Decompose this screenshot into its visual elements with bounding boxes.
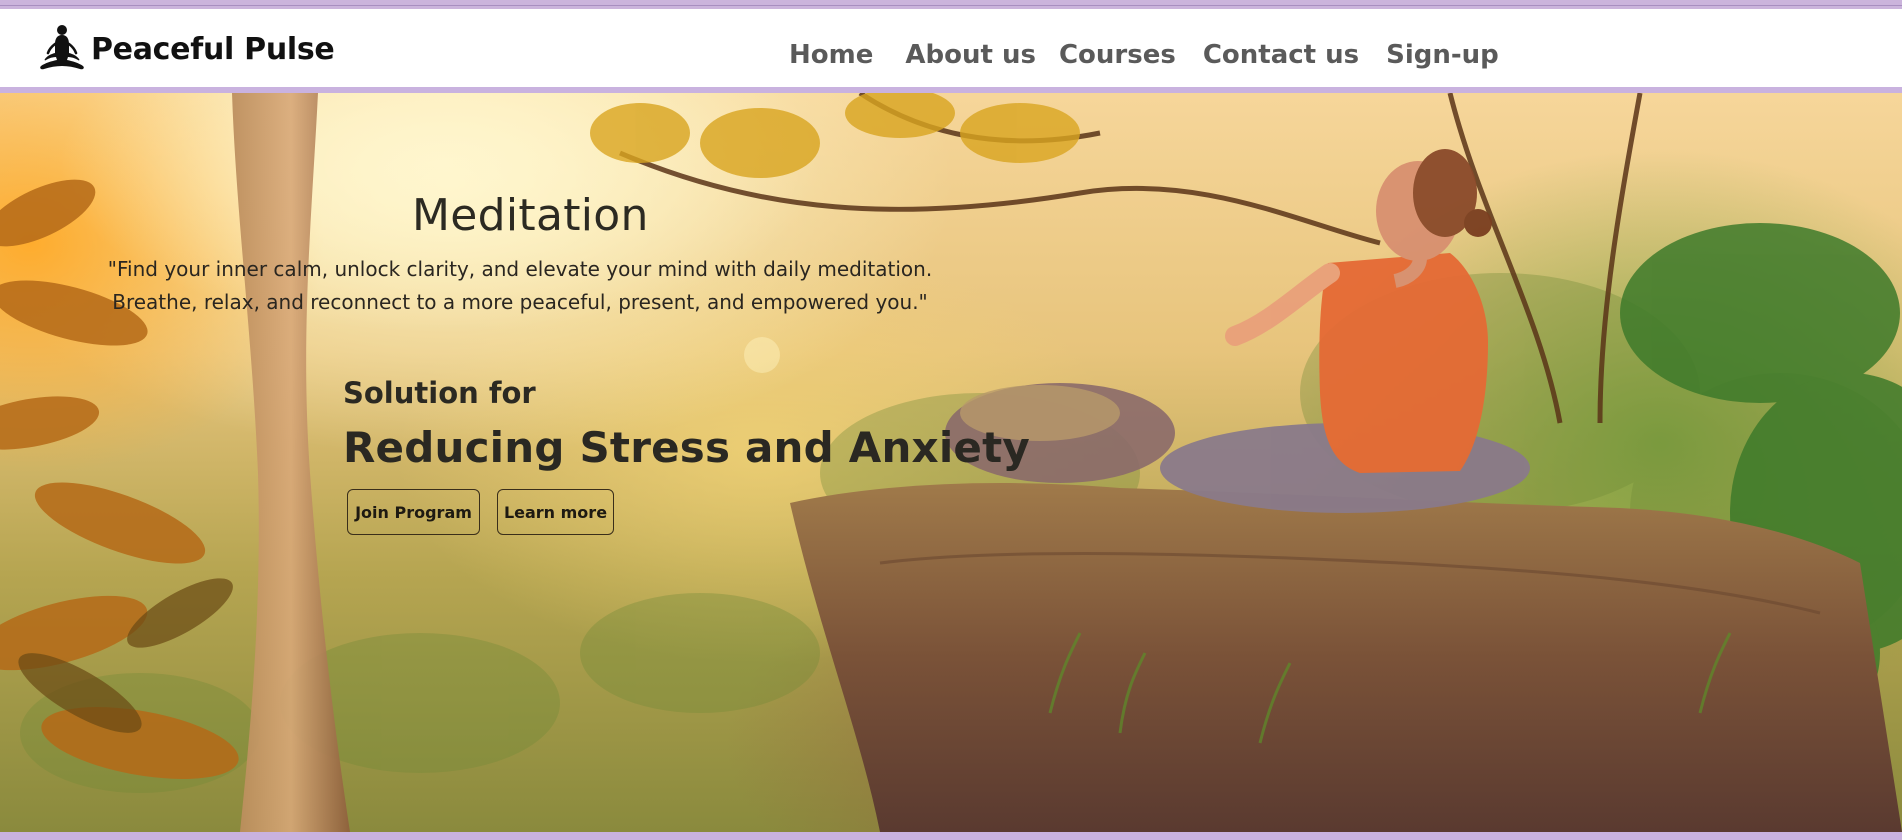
- learn-more-button[interactable]: Learn more: [497, 489, 614, 535]
- nav-courses[interactable]: Courses: [1059, 40, 1176, 70]
- nav-home[interactable]: Home: [789, 40, 873, 70]
- hero-subheading: Solution for: [343, 376, 536, 410]
- navbar: Peaceful Pulse Home About us Courses Con…: [0, 9, 1902, 87]
- hero-title: Meditation: [412, 190, 649, 241]
- hero-quote-line-2: Breathe, relax, and reconnect to a more …: [112, 290, 928, 314]
- main-nav: Home About us Courses Contact us Sign-up: [789, 35, 1499, 75]
- hero-quote: "Find your inner calm, unlock clarity, a…: [90, 253, 950, 319]
- top-border: [0, 0, 1902, 9]
- meditating-person-icon: [35, 22, 89, 76]
- nav-sign-up[interactable]: Sign-up: [1386, 40, 1499, 70]
- brand-name: Peaceful Pulse: [91, 31, 335, 67]
- hero-section: Meditation "Find your inner calm, unlock…: [0, 93, 1902, 832]
- hero-quote-line-1: "Find your inner calm, unlock clarity, a…: [107, 257, 933, 281]
- join-program-button[interactable]: Join Program: [347, 489, 480, 535]
- brand[interactable]: Peaceful Pulse: [35, 22, 335, 76]
- nav-contact-us[interactable]: Contact us: [1203, 40, 1359, 70]
- hero-headline: Reducing Stress and Anxiety: [343, 423, 1030, 472]
- bottom-border: [0, 832, 1902, 840]
- nav-about-us[interactable]: About us: [905, 40, 1036, 70]
